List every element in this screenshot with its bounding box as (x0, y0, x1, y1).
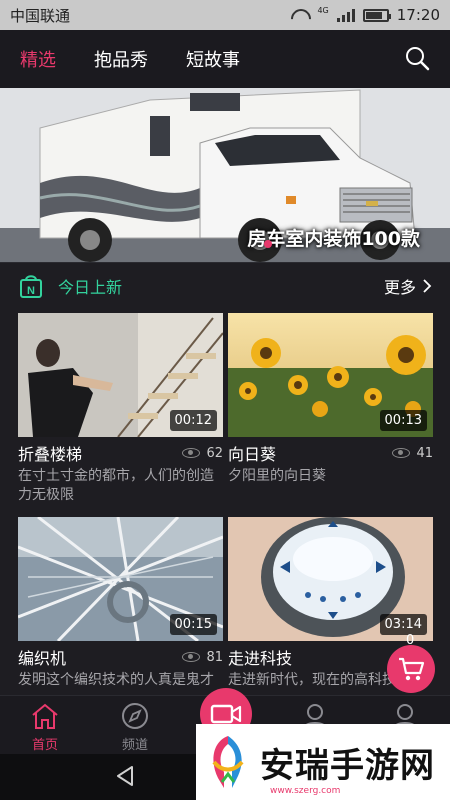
tab-short-stories[interactable]: 短故事 (186, 46, 240, 72)
view-count: 62 (182, 446, 223, 461)
video-thumbnail[interactable]: 00:13 (228, 313, 433, 437)
nav-channel[interactable]: 频道 (105, 702, 165, 753)
compass-icon (122, 703, 148, 729)
wifi-icon (289, 8, 309, 22)
banner-caption: 房车室内装饰100款 (247, 228, 420, 250)
watermark-text: 安瑞手游网 (260, 745, 435, 786)
watermark: 安瑞手游网 www.szerg.com (196, 724, 450, 800)
video-duration: 00:13 (379, 410, 427, 431)
video-card[interactable]: 00:13 向日葵 41 夕阳里的向日葵 (228, 313, 433, 486)
network-type: 4G (317, 5, 329, 15)
clock: 17:20 (396, 6, 440, 24)
nav-home-label: 首页 (31, 738, 58, 753)
video-title: 编织机 (18, 649, 67, 668)
video-duration: 03:14 (379, 614, 427, 635)
eye-icon (392, 448, 411, 458)
section-header: N 今日上新 更多 (0, 262, 450, 308)
tab-product-show[interactable]: 抱品秀 (94, 46, 148, 72)
video-description: 夕阳里的向日葵 (228, 468, 326, 484)
status-icons: 4G 17:20 (289, 5, 440, 25)
video-camera-icon (210, 704, 242, 724)
signal-icon (336, 8, 355, 22)
more-label: 更多 (383, 277, 416, 297)
tab-featured[interactable]: 精选 (20, 46, 56, 72)
view-count-value: 41 (416, 445, 433, 461)
more-link[interactable]: 更多 (384, 274, 432, 298)
view-count-value: 62 (206, 445, 223, 461)
nav-channel-label: 频道 (121, 738, 148, 753)
back-icon[interactable] (114, 764, 136, 788)
video-description: 走进新时代，现在的高科技 (228, 672, 396, 688)
home-icon (32, 703, 58, 729)
chevron-right-icon (423, 278, 432, 293)
carrier-name: 中国联通 (10, 6, 71, 25)
video-title: 折叠楼梯 (18, 445, 83, 464)
view-count: 41 (392, 446, 433, 461)
top-nav: 精选 抱品秀 短故事 (0, 30, 450, 88)
eye-icon (182, 652, 201, 662)
video-card[interactable]: 00:15 编织机 81 发明这个编织技术的人真是鬼才 (18, 517, 223, 692)
video-thumbnail[interactable]: 00:12 (18, 313, 223, 437)
svg-text:N: N (27, 285, 35, 297)
video-thumbnail[interactable]: 03:14 (228, 517, 433, 641)
new-bag-icon: N (20, 274, 42, 298)
eye-icon (182, 448, 201, 458)
video-card[interactable]: 00:12 折叠楼梯 62 在寸土寸金的都市，人们的创造力无极限 (18, 313, 223, 505)
watermark-url: www.szerg.com (270, 786, 341, 796)
watermark-logo-icon (212, 736, 244, 788)
nav-home[interactable]: 首页 (15, 702, 75, 753)
shopping-cart-icon (399, 657, 425, 681)
view-count: 81 (182, 650, 223, 665)
app-screen: 中国联通 4G 17:20 精选 抱品秀 短故事 房车室内装饰100款 N 今日… (0, 0, 450, 800)
video-duration: 00:12 (169, 410, 217, 431)
video-description: 发明这个编织技术的人真是鬼才 (18, 672, 214, 688)
status-bar: 中国联通 4G 17:20 (0, 0, 450, 30)
banner[interactable]: 房车室内装饰100款 (0, 88, 450, 262)
video-description: 在寸土寸金的都市，人们的创造力无极限 (18, 468, 214, 503)
cart-button[interactable] (387, 645, 435, 693)
section-title: 今日上新 (58, 277, 123, 297)
video-thumbnail[interactable]: 00:15 (18, 517, 223, 641)
view-count-value: 81 (206, 649, 223, 665)
video-duration: 00:15 (169, 614, 217, 635)
battery-icon (362, 8, 391, 22)
search-icon[interactable] (404, 45, 430, 71)
video-title: 向日葵 (228, 445, 277, 464)
banner-pager-dot (264, 240, 272, 248)
